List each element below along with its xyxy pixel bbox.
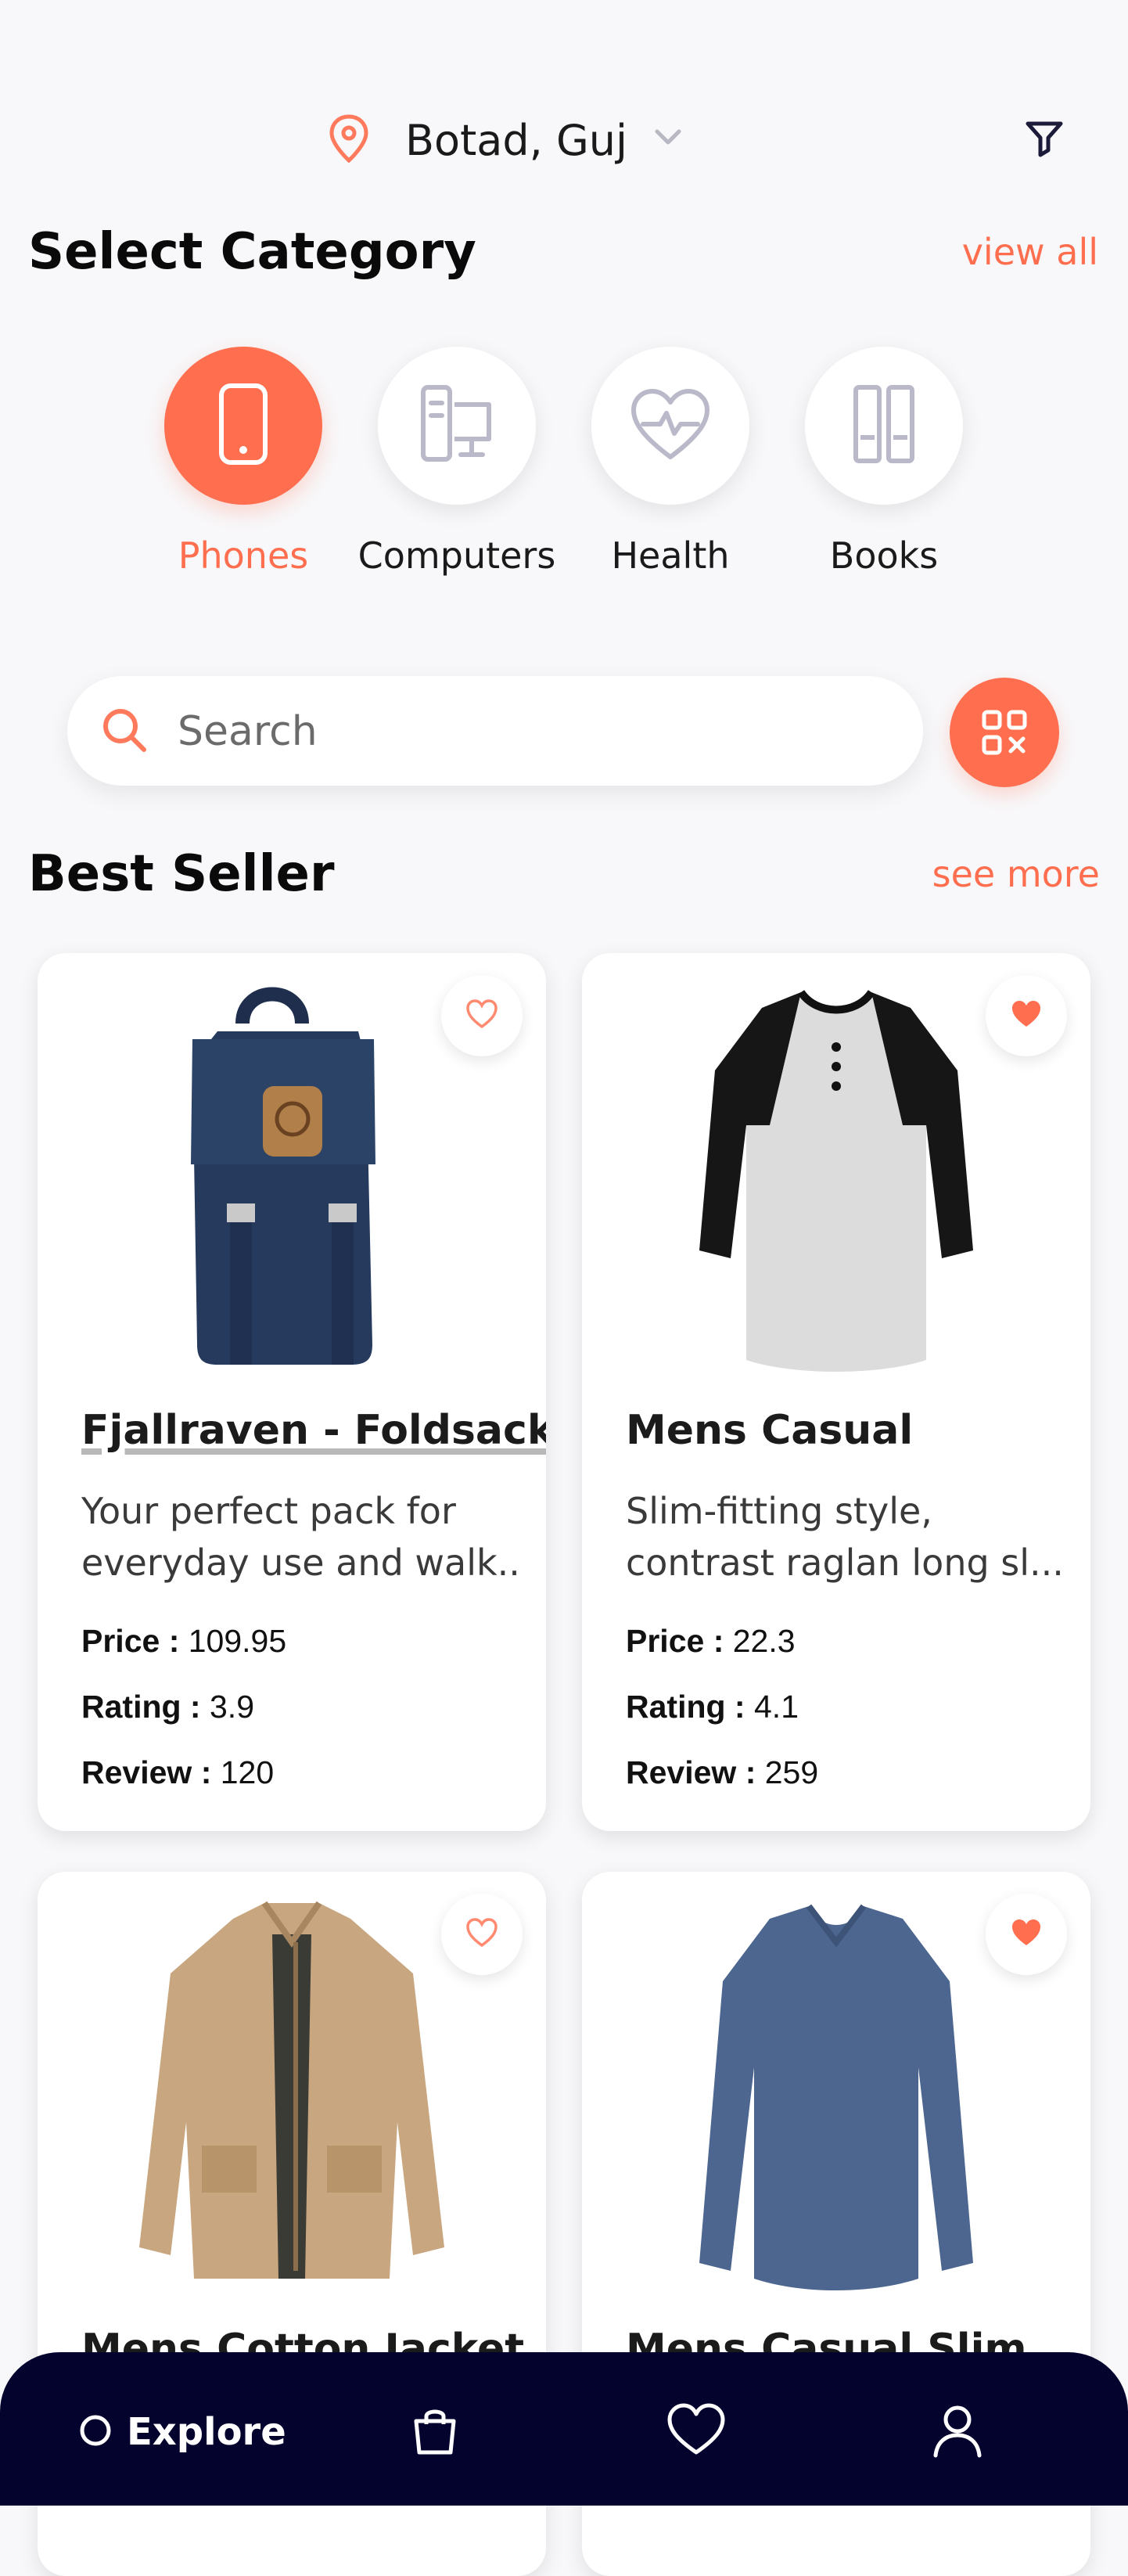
product-image-long-sleeve-tshirt <box>645 1887 1028 2294</box>
heart-outline-icon <box>465 1917 499 1952</box>
heart-filled-icon <box>1009 998 1044 1033</box>
search-input[interactable] <box>176 689 883 775</box>
product-card[interactable]: Fjallraven - Foldsack Your perfect pack … <box>38 953 546 1831</box>
product-review: Review : 259 <box>626 1754 819 1790</box>
see-more-link[interactable]: see more <box>900 853 1100 895</box>
search-icon <box>99 704 150 759</box>
product-price: Price : 109.95 <box>81 1623 287 1659</box>
category-phones-button[interactable] <box>164 347 322 505</box>
circle-icon <box>78 2413 113 2451</box>
category-label-phones[interactable]: Phones <box>134 534 353 577</box>
category-label-health[interactable]: Health <box>561 534 780 577</box>
bag-icon[interactable] <box>405 2401 465 2463</box>
favorite-button[interactable] <box>441 1894 523 1975</box>
heart-filled-icon <box>1009 1917 1044 1952</box>
section-title-category: Select Category <box>28 223 476 281</box>
qr-scan-icon <box>979 707 1029 761</box>
product-name: Fjallraven - Foldsack <box>81 1407 546 1454</box>
product-name: Mens Casual <box>626 1407 914 1454</box>
map-pin-icon <box>327 113 371 167</box>
favorite-button[interactable] <box>441 975 523 1056</box>
nav-explore-label: Explore <box>127 2410 286 2454</box>
filter-button[interactable] <box>1017 110 1072 164</box>
heart-pulse-icon <box>627 385 713 466</box>
chevron-down-icon[interactable] <box>651 124 685 155</box>
product-description: Your perfect pack for everyday use and w… <box>81 1490 519 1584</box>
category-label-books[interactable]: Books <box>774 534 993 577</box>
product-review: Review : 120 <box>81 1754 275 1790</box>
product-card[interactable]: Mens Casual Slim-fitting style, contrast… <box>582 953 1090 1831</box>
product-rating: Rating : 3.9 <box>81 1689 254 1725</box>
category-computers-button[interactable] <box>378 347 536 505</box>
view-all-link[interactable]: view all <box>923 231 1098 273</box>
category-books-button[interactable] <box>805 347 963 505</box>
product-image-raglan-tshirt <box>645 969 1028 1376</box>
phone-icon <box>212 381 275 470</box>
product-price: Price : 22.3 <box>626 1623 796 1659</box>
favorite-button[interactable] <box>986 975 1067 1056</box>
heart-outline-icon <box>465 998 499 1033</box>
category-health-button[interactable] <box>591 347 749 505</box>
product-description: Slim-fitting style, contrast raglan long… <box>626 1490 1064 1584</box>
product-image-cotton-jacket <box>100 1887 483 2294</box>
category-label-computers[interactable]: Computers <box>347 534 566 577</box>
section-title-best-seller: Best Seller <box>28 845 335 903</box>
product-image-backpack <box>100 969 483 1376</box>
computer-icon <box>414 381 500 470</box>
filter-icon <box>1017 121 1072 167</box>
heart-icon[interactable] <box>665 2401 727 2463</box>
favorite-button[interactable] <box>986 1894 1067 1975</box>
books-icon <box>845 381 923 470</box>
nav-explore-button[interactable]: Explore <box>78 2402 286 2462</box>
qr-scan-button[interactable] <box>950 678 1059 787</box>
product-rating: Rating : 4.1 <box>626 1689 799 1725</box>
location-label[interactable]: Botad, Guj <box>405 110 627 172</box>
profile-icon[interactable] <box>928 2401 987 2463</box>
